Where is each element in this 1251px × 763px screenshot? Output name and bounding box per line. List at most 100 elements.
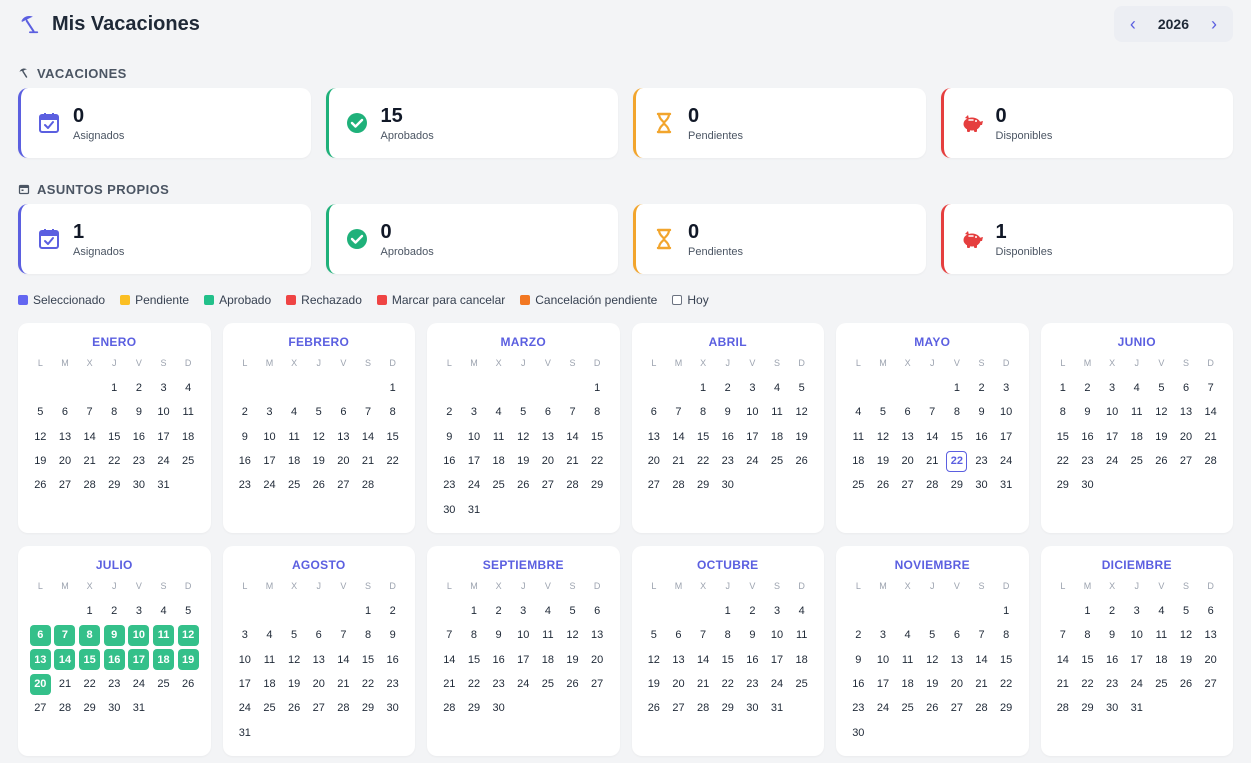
day-cell[interactable]: 30 <box>437 497 462 521</box>
day-cell[interactable]: 28 <box>666 473 691 497</box>
day-cell[interactable]: 13 <box>945 648 970 672</box>
day-cell[interactable]: 13 <box>895 425 920 449</box>
day-cell[interactable]: 5 <box>28 400 53 424</box>
day-cell[interactable]: 25 <box>846 473 871 497</box>
day-cell[interactable]: 5 <box>642 623 667 647</box>
day-cell[interactable]: 15 <box>380 425 405 449</box>
day-cell[interactable]: 14 <box>666 425 691 449</box>
day-cell[interactable]: 23 <box>233 473 258 497</box>
day-cell[interactable]: 20 <box>28 672 53 696</box>
day-cell[interactable]: 11 <box>536 623 561 647</box>
day-cell[interactable]: 27 <box>585 672 610 696</box>
day-cell[interactable]: 1 <box>715 599 740 623</box>
day-cell[interactable]: 20 <box>642 449 667 473</box>
day-cell[interactable]: 7 <box>1051 623 1076 647</box>
day-cell[interactable]: 27 <box>331 473 356 497</box>
day-cell[interactable]: 6 <box>895 400 920 424</box>
day-cell[interactable]: 5 <box>1174 599 1199 623</box>
day-cell[interactable]: 15 <box>715 648 740 672</box>
day-cell[interactable]: 19 <box>176 648 201 672</box>
day-cell[interactable]: 4 <box>536 599 561 623</box>
day-cell[interactable]: 6 <box>585 599 610 623</box>
day-cell[interactable]: 14 <box>437 648 462 672</box>
day-cell[interactable]: 11 <box>895 648 920 672</box>
day-cell[interactable]: 15 <box>691 425 716 449</box>
day-cell[interactable]: 11 <box>1124 400 1149 424</box>
day-cell[interactable]: 2 <box>380 599 405 623</box>
day-cell[interactable]: 11 <box>846 425 871 449</box>
day-cell[interactable]: 21 <box>920 449 945 473</box>
day-cell[interactable]: 15 <box>945 425 970 449</box>
day-cell[interactable]: 21 <box>1198 425 1223 449</box>
day-cell[interactable]: 15 <box>585 425 610 449</box>
day-cell[interactable]: 6 <box>306 623 331 647</box>
day-cell[interactable]: 12 <box>306 425 331 449</box>
day-cell[interactable]: 13 <box>1174 400 1199 424</box>
day-cell[interactable]: 16 <box>969 425 994 449</box>
day-cell[interactable]: 6 <box>536 400 561 424</box>
day-cell[interactable]: 10 <box>740 400 765 424</box>
day-cell[interactable]: 16 <box>715 425 740 449</box>
day-cell[interactable]: 24 <box>765 672 790 696</box>
day-cell[interactable]: 9 <box>102 623 127 647</box>
day-cell[interactable]: 6 <box>945 623 970 647</box>
day-cell[interactable]: 16 <box>1075 425 1100 449</box>
day-cell[interactable]: 29 <box>691 473 716 497</box>
day-cell[interactable]: 9 <box>486 623 511 647</box>
day-cell[interactable]: 5 <box>306 400 331 424</box>
day-cell[interactable]: 25 <box>282 473 307 497</box>
day-cell[interactable]: 5 <box>511 400 536 424</box>
day-cell[interactable]: 2 <box>233 400 258 424</box>
day-cell[interactable]: 26 <box>560 672 585 696</box>
day-cell[interactable]: 30 <box>102 696 127 720</box>
day-cell[interactable]: 17 <box>740 425 765 449</box>
day-cell[interactable]: 30 <box>127 473 152 497</box>
day-cell[interactable]: 18 <box>486 449 511 473</box>
day-cell[interactable]: 5 <box>1149 376 1174 400</box>
day-cell[interactable]: 15 <box>462 648 487 672</box>
day-cell[interactable]: 13 <box>53 425 78 449</box>
day-cell[interactable]: 14 <box>920 425 945 449</box>
day-cell[interactable]: 13 <box>666 648 691 672</box>
day-cell[interactable]: 18 <box>536 648 561 672</box>
day-cell[interactable]: 5 <box>560 599 585 623</box>
day-cell[interactable]: 16 <box>740 648 765 672</box>
day-cell[interactable]: 21 <box>969 672 994 696</box>
day-cell[interactable]: 7 <box>77 400 102 424</box>
day-cell[interactable]: 12 <box>789 400 814 424</box>
day-cell[interactable]: 2 <box>437 400 462 424</box>
day-cell[interactable]: 17 <box>257 449 282 473</box>
day-cell[interactable]: 9 <box>127 400 152 424</box>
day-cell[interactable]: 15 <box>356 648 381 672</box>
day-cell[interactable]: 16 <box>1100 648 1125 672</box>
day-cell[interactable]: 14 <box>77 425 102 449</box>
day-cell[interactable]: 4 <box>1124 376 1149 400</box>
day-cell[interactable]: 2 <box>1075 376 1100 400</box>
day-cell[interactable]: 22 <box>1075 672 1100 696</box>
day-cell[interactable]: 4 <box>1149 599 1174 623</box>
day-cell[interactable]: 24 <box>257 473 282 497</box>
day-cell[interactable]: 23 <box>486 672 511 696</box>
day-cell[interactable]: 24 <box>462 473 487 497</box>
day-cell[interactable]: 10 <box>257 425 282 449</box>
day-cell[interactable]: 3 <box>151 376 176 400</box>
day-cell[interactable]: 12 <box>282 648 307 672</box>
prev-year-chevron-icon[interactable]: ‹ <box>1126 14 1140 35</box>
day-cell[interactable]: 7 <box>1198 376 1223 400</box>
day-cell[interactable]: 23 <box>1100 672 1125 696</box>
day-cell[interactable]: 13 <box>585 623 610 647</box>
day-cell[interactable]: 28 <box>331 696 356 720</box>
day-cell[interactable]: 3 <box>511 599 536 623</box>
day-cell[interactable]: 29 <box>1051 473 1076 497</box>
day-cell[interactable]: 2 <box>102 599 127 623</box>
day-cell[interactable]: 2 <box>740 599 765 623</box>
day-cell[interactable]: 25 <box>536 672 561 696</box>
day-cell[interactable]: 12 <box>871 425 896 449</box>
day-cell[interactable]: 20 <box>1198 648 1223 672</box>
day-cell[interactable]: 7 <box>666 400 691 424</box>
day-cell[interactable]: 21 <box>666 449 691 473</box>
day-cell[interactable]: 2 <box>969 376 994 400</box>
day-cell[interactable]: 27 <box>895 473 920 497</box>
day-cell[interactable]: 21 <box>437 672 462 696</box>
day-cell[interactable]: 19 <box>560 648 585 672</box>
